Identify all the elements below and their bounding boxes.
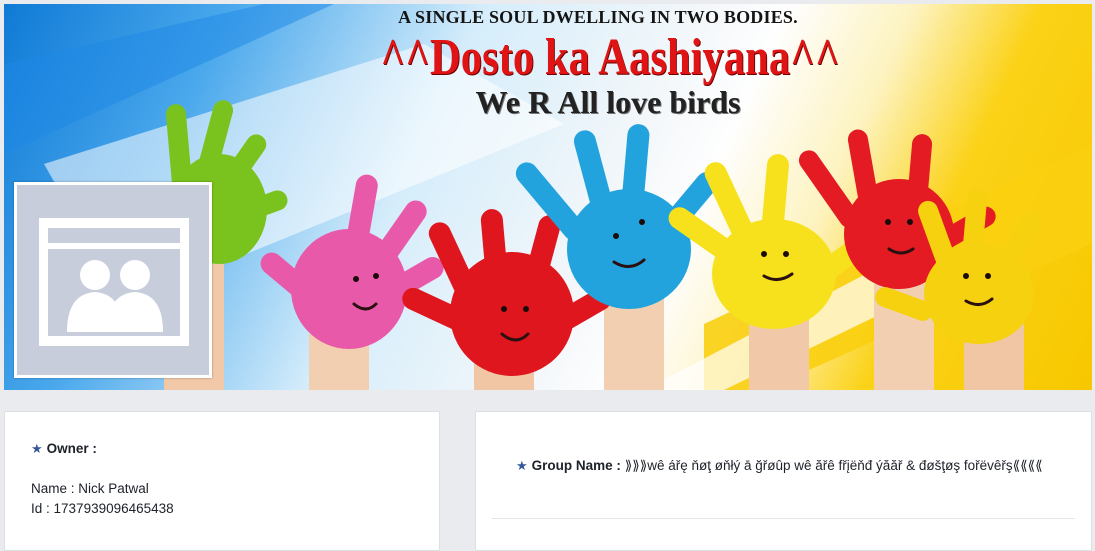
owner-name-value[interactable]: Nick Patwal	[78, 481, 149, 496]
group-name-line: ★ Group Name : ⟫⟫⟫wê ářę ňøţ øňłý ā ğřøûp…	[516, 456, 1056, 476]
owner-heading: ★ Owner :	[31, 441, 97, 457]
owner-card: ★ Owner : Name : Nick Patwal Id : 1737939…	[4, 411, 440, 551]
owner-id-value: 1737939096465438	[53, 501, 174, 516]
divider	[492, 518, 1075, 519]
owner-name-line: Name : Nick Patwal	[31, 481, 149, 496]
owner-id-label: Id :	[31, 501, 50, 516]
group-name-value: ⟫⟫⟫wê ářę ňøţ øňłý ā ğřøûp wê ăřê fřįëňđ…	[624, 458, 1043, 473]
star-icon: ★	[31, 441, 43, 456]
group-name-label: Group Name :	[531, 458, 621, 473]
cover-subtitle: We R All love birds	[475, 84, 741, 120]
owner-heading-label: Owner :	[46, 441, 97, 456]
star-icon: ★	[516, 458, 528, 473]
cover-title: ^^Dosto ka Aashiyana^^	[380, 29, 840, 86]
group-placeholder-icon	[17, 185, 209, 375]
group-profile-photo[interactable]	[14, 182, 212, 378]
group-info-card: ★ Group Name : ⟫⟫⟫wê ářę ňøţ øňłý ā ğřøûp…	[475, 411, 1092, 551]
cover-tagline: A SINGLE SOUL DWELLING IN TWO BODIES.	[398, 7, 798, 27]
owner-id-line: Id : 1737939096465438	[31, 501, 174, 516]
owner-name-label: Name :	[31, 481, 75, 496]
